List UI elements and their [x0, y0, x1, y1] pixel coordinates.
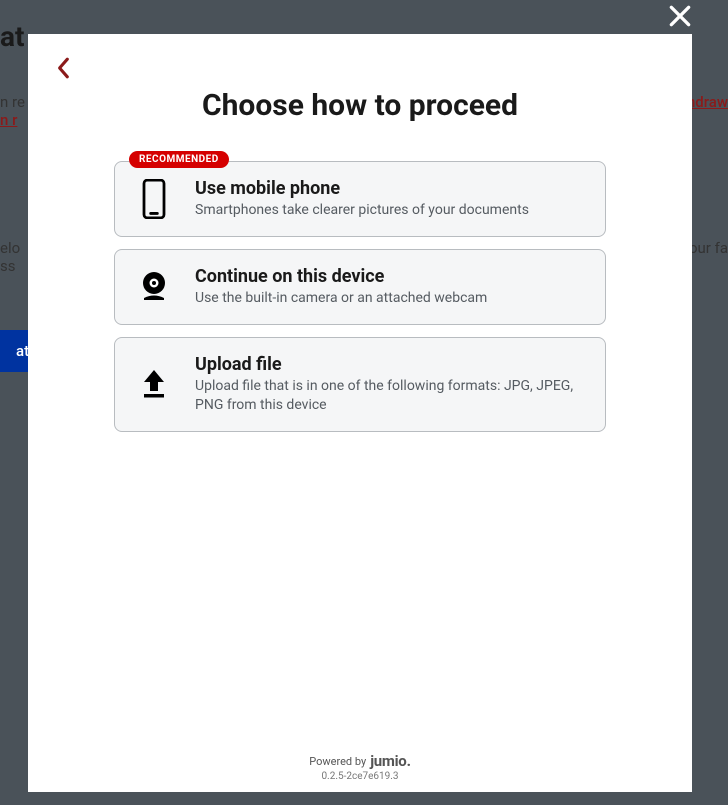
option-this-device[interactable]: Continue on this device Use the built-in… [114, 249, 606, 325]
options-list: RECOMMENDED Use mobile phone Smartphones… [114, 161, 606, 432]
option-mobile-title: Use mobile phone [195, 178, 585, 199]
option-upload-text: Upload file Upload file that is in one o… [195, 354, 585, 415]
powered-by-line: Powered by jumio. [309, 750, 411, 769]
upload-icon [135, 365, 173, 403]
version-text: 0.2.5-2ce7e619.3 [28, 771, 692, 782]
modal-footer: Powered by jumio. 0.2.5-2ce7e619.3 [28, 750, 692, 792]
smartphone-icon [135, 180, 173, 218]
option-device-desc: Use the built-in camera or an attached w… [195, 289, 585, 308]
option-upload-title: Upload file [195, 354, 585, 375]
bg-text-fragment: n re [0, 93, 25, 111]
powered-by-text: Powered by [309, 755, 366, 768]
close-button[interactable] [662, 0, 698, 36]
close-icon [667, 3, 693, 33]
back-button[interactable] [52, 58, 76, 82]
option-device-text: Continue on this device Use the built-in… [195, 266, 585, 308]
bg-lower1: elo [0, 239, 20, 257]
modal-header: Choose how to proceed [28, 34, 692, 123]
option-mobile-desc: Smartphones take clearer pictures of you… [195, 201, 585, 220]
bg-lower2: ss [0, 257, 15, 275]
webcam-icon [135, 268, 173, 306]
option-upload-desc: Upload file that is in one of the follow… [195, 377, 585, 415]
jumio-logo: jumio. [370, 751, 411, 770]
modal-title: Choose how to proceed [52, 88, 668, 123]
option-upload-file[interactable]: Upload file Upload file that is in one o… [114, 337, 606, 432]
chevron-left-icon [57, 57, 71, 83]
option-mobile-text: Use mobile phone Smartphones take cleare… [195, 178, 585, 220]
bg-link-bottom[interactable]: n r [0, 111, 17, 129]
bg-link-top[interactable]: ndraw [687, 93, 728, 111]
recommended-badge: RECOMMENDED [129, 151, 229, 168]
bg-title-fragment: at [0, 20, 24, 53]
option-device-title: Continue on this device [195, 266, 585, 287]
option-mobile-phone[interactable]: RECOMMENDED Use mobile phone Smartphones… [114, 161, 606, 237]
proceed-modal: Choose how to proceed RECOMMENDED Use mo… [28, 34, 692, 792]
